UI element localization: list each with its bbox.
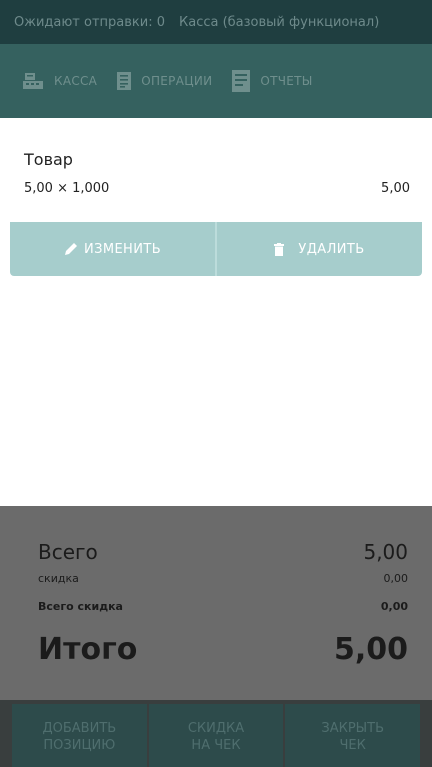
total-discount-label: Всего скидка bbox=[38, 600, 123, 613]
close-check-button[interactable]: ЗАКРЫТЬ ЧЕК bbox=[285, 704, 421, 767]
add-position-button[interactable]: ДОБАВИТЬ ПОЗИЦИЮ bbox=[12, 704, 147, 767]
nav-bar: КАССА ОПЕРАЦИИ ОТЧЕТЫ bbox=[0, 44, 432, 118]
totals-panel: Всего 5,00 скидка 0,00 Всего скидка 0,00… bbox=[0, 506, 432, 700]
discount-row: скидка 0,00 bbox=[38, 572, 408, 585]
mode-text: Касса (базовый функционал) bbox=[179, 14, 380, 30]
item-actions: ИЗМЕНИТЬ УДАЛИТЬ bbox=[10, 222, 422, 276]
check-discount-button[interactable]: СКИДКА НА ЧЕК bbox=[148, 704, 284, 767]
trash-icon bbox=[274, 242, 285, 256]
discount-value: 0,00 bbox=[383, 572, 409, 585]
report-icon bbox=[232, 70, 251, 92]
tab-reports[interactable]: ОТЧЕТЫ bbox=[232, 70, 312, 92]
receipt-item[interactable]: Товар 5,00 × 1,000 5,00 bbox=[10, 118, 422, 222]
tab-reports-label: ОТЧЕТЫ bbox=[260, 74, 313, 88]
edit-button[interactable]: ИЗМЕНИТЬ bbox=[10, 222, 215, 276]
tab-cash[interactable]: КАССА bbox=[22, 72, 97, 90]
tab-cash-label: КАССА bbox=[54, 74, 98, 88]
app-frame: Ожидают отправки: 0 Касса (базовый функц… bbox=[0, 0, 432, 767]
delete-button[interactable]: УДАЛИТЬ bbox=[215, 222, 422, 276]
document-list-icon bbox=[117, 72, 132, 90]
pencil-icon bbox=[64, 242, 78, 256]
total-row: Всего 5,00 bbox=[38, 540, 408, 564]
delete-button-label: УДАЛИТЬ bbox=[298, 241, 365, 257]
grand-total-label: Итого bbox=[38, 632, 138, 667]
pending-count-text: Ожидают отправки: 0 bbox=[14, 14, 165, 30]
discount-label: скидка bbox=[38, 572, 79, 585]
grand-total-row: Итого 5,00 bbox=[38, 632, 408, 667]
cash-register-icon bbox=[22, 72, 44, 90]
total-value: 5,00 bbox=[363, 540, 408, 564]
grand-total-value: 5,00 bbox=[333, 632, 408, 667]
tab-operations[interactable]: ОПЕРАЦИИ bbox=[117, 72, 212, 90]
bottom-action-bar: ДОБАВИТЬ ПОЗИЦИЮ СКИДКА НА ЧЕК ЗАКРЫТЬ Ч… bbox=[0, 700, 432, 767]
total-discount-row: Всего скидка 0,00 bbox=[38, 600, 408, 613]
status-bar: Ожидают отправки: 0 Касса (базовый функц… bbox=[0, 0, 432, 44]
item-sum: 5,00 bbox=[381, 181, 410, 196]
item-name: Товар bbox=[24, 150, 73, 169]
edit-button-label: ИЗМЕНИТЬ bbox=[83, 241, 162, 257]
total-discount-value: 0,00 bbox=[380, 600, 408, 613]
tab-operations-label: ОПЕРАЦИИ bbox=[141, 74, 213, 88]
item-price-qty: 5,00 × 1,000 bbox=[24, 181, 110, 196]
total-label: Всего bbox=[38, 540, 98, 564]
